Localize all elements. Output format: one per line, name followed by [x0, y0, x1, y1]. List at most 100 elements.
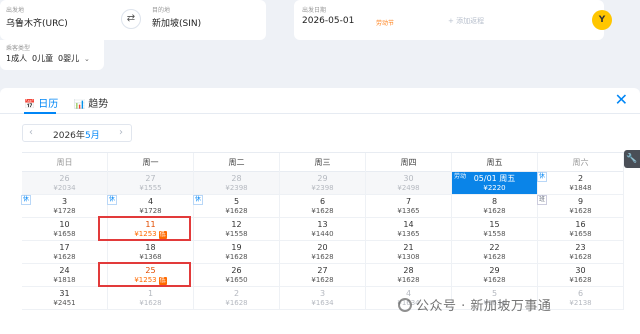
calendar-day-cell[interactable]: 休 2 ¥1848: [537, 172, 624, 194]
day-number: 6: [319, 197, 326, 206]
day-number: 21: [403, 243, 414, 252]
day-price: ¥1848: [538, 184, 623, 193]
day-number: 12: [231, 220, 242, 229]
day-number: 19: [231, 243, 242, 252]
calendar-day-cell[interactable]: 20 ¥1628: [280, 241, 366, 263]
tab-trend[interactable]: 📊 趋势: [74, 95, 108, 110]
day-number: 29: [489, 266, 500, 275]
calendar-day-cell[interactable]: 休 4 ¥1728: [107, 195, 194, 217]
festival-label: 劳动节: [376, 20, 395, 27]
day-number: 29: [317, 174, 328, 183]
day-price-value: ¥1634: [311, 299, 334, 307]
day-price: ¥1555: [108, 184, 193, 193]
calendar-day-cell[interactable]: 15 ¥1558: [452, 218, 538, 240]
chevron-down-icon[interactable]: ⌄: [84, 55, 90, 63]
calendar-icon: 📅: [24, 100, 36, 110]
calendar-day-cell[interactable]: 11 ¥1253 低: [98, 216, 194, 241]
calendar-day-cell[interactable]: 27 ¥1628: [280, 264, 366, 286]
day-price-value: ¥1628: [311, 276, 334, 284]
day-price-value: ¥1628: [139, 299, 162, 307]
calendar-day-cell[interactable]: 22 ¥1628: [452, 241, 538, 263]
day-price: ¥1628: [538, 253, 623, 262]
day-number: 23: [575, 243, 586, 252]
calendar-day-cell: 26 ¥2034: [22, 172, 108, 194]
calendar-day-cell[interactable]: 10 ¥1658: [22, 218, 108, 240]
day-number: 14: [403, 220, 414, 229]
tab-calendar[interactable]: 📅 日历: [24, 95, 58, 110]
day-price: ¥2398: [280, 184, 365, 193]
calendar-day-cell[interactable]: 劳动 05/01 周五 ¥2220: [452, 172, 538, 194]
calendar-day-cell[interactable]: 21 ¥1308: [366, 241, 452, 263]
day-price-value: ¥1628: [569, 253, 592, 261]
calendar-day-cell[interactable]: 24 ¥1818: [22, 264, 108, 286]
calendar-day-cell[interactable]: 8 ¥1628: [452, 195, 538, 217]
day-price: ¥2220: [452, 184, 537, 193]
day-price: ¥1634: [280, 299, 365, 308]
day-price: ¥1728: [108, 207, 193, 216]
day-number: 7: [405, 197, 412, 206]
day-price-value: ¥1558: [225, 230, 248, 238]
calendar-day-cell[interactable]: 25 ¥1253 低: [98, 262, 194, 287]
day-number: 27: [317, 266, 328, 275]
calendar-day-cell[interactable]: 12 ¥1558: [194, 218, 280, 240]
calendar-day-cell[interactable]: 23 ¥1628: [538, 241, 624, 263]
calendar-day-cell[interactable]: 31 ¥2451: [22, 287, 108, 309]
weekday-header-cell: 周四: [366, 153, 452, 172]
calendar-day-cell[interactable]: 26 ¥1650: [194, 264, 280, 286]
calendar-day-cell[interactable]: 7 ¥1365: [366, 195, 452, 217]
next-month-icon[interactable]: ›: [119, 127, 123, 138]
month-label[interactable]: 5月: [85, 128, 100, 141]
passenger-field[interactable]: 乘客类型 1成人 0儿童 0婴儿 ⌄: [0, 40, 104, 70]
day-number: 8: [491, 197, 498, 206]
add-return-button[interactable]: + 添加返程: [448, 16, 484, 26]
day-price: ¥1628: [538, 276, 623, 285]
adults-count: 1成人: [6, 54, 28, 63]
day-price: ¥1818: [22, 276, 107, 285]
calendar-week-row: 24 ¥1818 25 ¥1253 低 26 ¥1650 27 ¥1628 28 ¥1628 29 ¥1…: [22, 262, 624, 287]
date-value[interactable]: 2026-05-01: [302, 16, 354, 26]
calendar-day-cell[interactable]: 休 5 ¥1628: [193, 195, 280, 217]
workday-tag: 班: [537, 195, 548, 205]
day-number: 26: [59, 174, 70, 183]
calendar-day-cell[interactable]: 29 ¥1628: [452, 264, 538, 286]
calendar-day-cell[interactable]: 13 ¥1440: [280, 218, 366, 240]
calendar-day-cell[interactable]: 19 ¥1628: [194, 241, 280, 263]
calendar-day-cell[interactable]: 1 ¥1628: [108, 287, 194, 309]
calendar-day-cell[interactable]: 18 ¥1368: [108, 241, 194, 263]
day-number: 22: [489, 243, 500, 252]
origin-label: 出发地: [6, 7, 25, 14]
swap-icon[interactable]: ⇄: [121, 9, 141, 29]
calendar-day-cell[interactable]: 班 9 ¥1628: [537, 195, 624, 217]
day-number: 31: [59, 289, 70, 298]
search-go-button[interactable]: Y: [592, 10, 612, 30]
date-field[interactable]: 出发日期 2026-05-01 劳动节 + 添加返程: [294, 0, 604, 40]
day-price: ¥1628: [280, 253, 365, 262]
calendar-day-cell[interactable]: 28 ¥1628: [366, 264, 452, 286]
day-price: ¥1253 低: [108, 230, 193, 239]
calendar-day-cell[interactable]: 30 ¥1628: [538, 264, 624, 286]
origin-value[interactable]: 乌鲁木齐(URC): [6, 16, 68, 29]
day-price-value: ¥1650: [225, 276, 248, 284]
day-price: ¥1628: [194, 207, 279, 216]
day-number: 3: [61, 197, 68, 206]
calendar-day-cell[interactable]: 休 3 ¥1728: [21, 195, 108, 217]
day-price-value: ¥1848: [569, 184, 592, 192]
day-price: ¥1628: [108, 299, 193, 308]
route-field[interactable]: 出发地 乌鲁木齐(URC) ⇄ 目的地 新加坡(SIN): [0, 0, 266, 40]
day-number: 2: [577, 174, 584, 183]
tab-calendar-label: 日历: [38, 99, 59, 110]
calendar-day-cell[interactable]: 17 ¥1628: [22, 241, 108, 263]
close-icon[interactable]: ✕: [615, 92, 628, 108]
wrench-icon[interactable]: 🔧: [624, 150, 640, 168]
destination-value[interactable]: 新加坡(SIN): [152, 16, 201, 29]
day-price: ¥1628: [452, 207, 537, 216]
calendar-day-cell[interactable]: 2 ¥1628: [194, 287, 280, 309]
date-label: 出发日期: [302, 7, 327, 14]
year-label: 2026年: [53, 131, 85, 141]
prev-month-icon[interactable]: ‹: [29, 127, 33, 138]
calendar-day-cell[interactable]: 16 ¥1658: [538, 218, 624, 240]
calendar-day-cell[interactable]: 6 ¥1628: [280, 195, 366, 217]
calendar-day-cell[interactable]: 14 ¥1365: [366, 218, 452, 240]
calendar-tabs: 📅 日历 📊 趋势 ✕: [0, 88, 640, 114]
calendar-day-cell[interactable]: 3 ¥1634: [280, 287, 366, 309]
